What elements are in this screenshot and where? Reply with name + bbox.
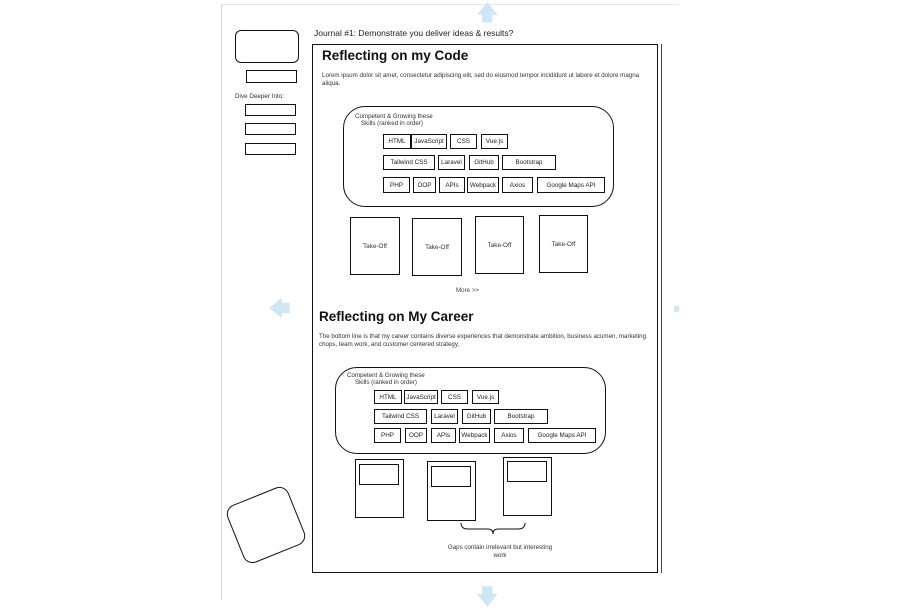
- skill-chip-bootstrap: Bootstrap: [502, 155, 556, 170]
- skill-chip-javascript: JavaScript: [411, 134, 447, 149]
- image-placeholder-icon: [359, 464, 399, 485]
- nav-button-2[interactable]: [245, 104, 296, 116]
- skill-chip-axios: Axios: [502, 177, 533, 193]
- arrow-right-hint: [674, 306, 679, 312]
- nav-button-4[interactable]: [245, 143, 296, 155]
- skill-chip-php: PHP: [383, 177, 410, 193]
- skill-chip-axios: Axios: [494, 428, 524, 443]
- skill-chip-vuejs: Vue.js: [472, 390, 499, 404]
- journal-title: Journal #1: Demonstrate you deliver idea…: [314, 28, 514, 38]
- skill-chip-google-maps-api: Google Maps API: [537, 177, 605, 193]
- take-off-card[interactable]: Take-Off: [475, 216, 524, 274]
- skill-chip-laravel: Laravel: [431, 409, 458, 424]
- skill-chip-tailwind: Tailwind CSS: [374, 409, 427, 424]
- skill-chip-laravel: Laravel: [438, 155, 465, 170]
- code-skills-caption-line2: Skills (ranked in order): [361, 120, 423, 127]
- nav-button-1[interactable]: [246, 70, 297, 83]
- skill-chip-oop: OOP: [405, 428, 427, 443]
- skill-chip-tailwind: Tailwind CSS: [383, 155, 435, 170]
- curly-brace-icon: [460, 522, 526, 535]
- skill-chip-vuejs: Vue.js: [481, 134, 508, 149]
- take-off-card[interactable]: Take-Off: [412, 218, 462, 276]
- take-off-card[interactable]: Take-Off: [350, 217, 400, 275]
- career-skills-caption-line2: Skills (ranked in order): [355, 379, 417, 386]
- take-off-card[interactable]: Take-Off: [539, 215, 588, 273]
- skill-chip-webpack: Webpack: [467, 177, 499, 193]
- image-placeholder-icon: [507, 461, 547, 482]
- career-section-heading: Reflecting on My Career: [319, 309, 474, 324]
- code-section-heading: Reflecting on my Code: [322, 48, 469, 63]
- skill-chip-html: HTML: [374, 390, 402, 404]
- skill-chip-bootstrap: Bootstrap: [494, 409, 548, 424]
- skill-chip-css: CSS: [450, 134, 477, 149]
- arrow-up-icon[interactable]: 🡅: [476, 2, 499, 24]
- skill-chip-apis: APIs: [431, 428, 456, 443]
- skill-chip-apis: APIs: [439, 177, 465, 193]
- gaps-note: Gaps contain irrelevant but interesting …: [447, 544, 553, 559]
- skill-chip-github: GitHub: [469, 155, 499, 170]
- skill-chip-html: HTML: [383, 134, 411, 149]
- skill-chip-oop: OOP: [413, 177, 436, 193]
- skill-chip-google-maps-api: Google Maps API: [528, 428, 596, 443]
- skill-chip-css: CSS: [441, 390, 468, 404]
- career-section-body: The bottom line is that my career contai…: [319, 333, 647, 348]
- logo-placeholder: [235, 30, 299, 63]
- arrow-down-icon[interactable]: 🡇: [476, 586, 499, 608]
- skill-chip-javascript: JavaScript: [404, 390, 438, 404]
- skill-chip-webpack: Webpack: [459, 428, 490, 443]
- code-skills-caption-line1: Competent & Growing these: [355, 113, 433, 120]
- dive-deeper-label: Dive Deeper Into:: [235, 93, 285, 100]
- more-link[interactable]: More >>: [456, 287, 479, 294]
- career-skills-caption-line1: Competent & Growing these: [347, 372, 425, 379]
- skill-chip-github: GitHub: [462, 409, 491, 424]
- image-placeholder-icon: [431, 466, 471, 487]
- arrow-left-icon[interactable]: 🡄: [268, 298, 291, 320]
- skill-chip-php: PHP: [374, 428, 401, 443]
- nav-button-3[interactable]: [245, 123, 296, 135]
- code-section-body: Lorem ipsum dolor sit amet, consectetur …: [322, 72, 640, 87]
